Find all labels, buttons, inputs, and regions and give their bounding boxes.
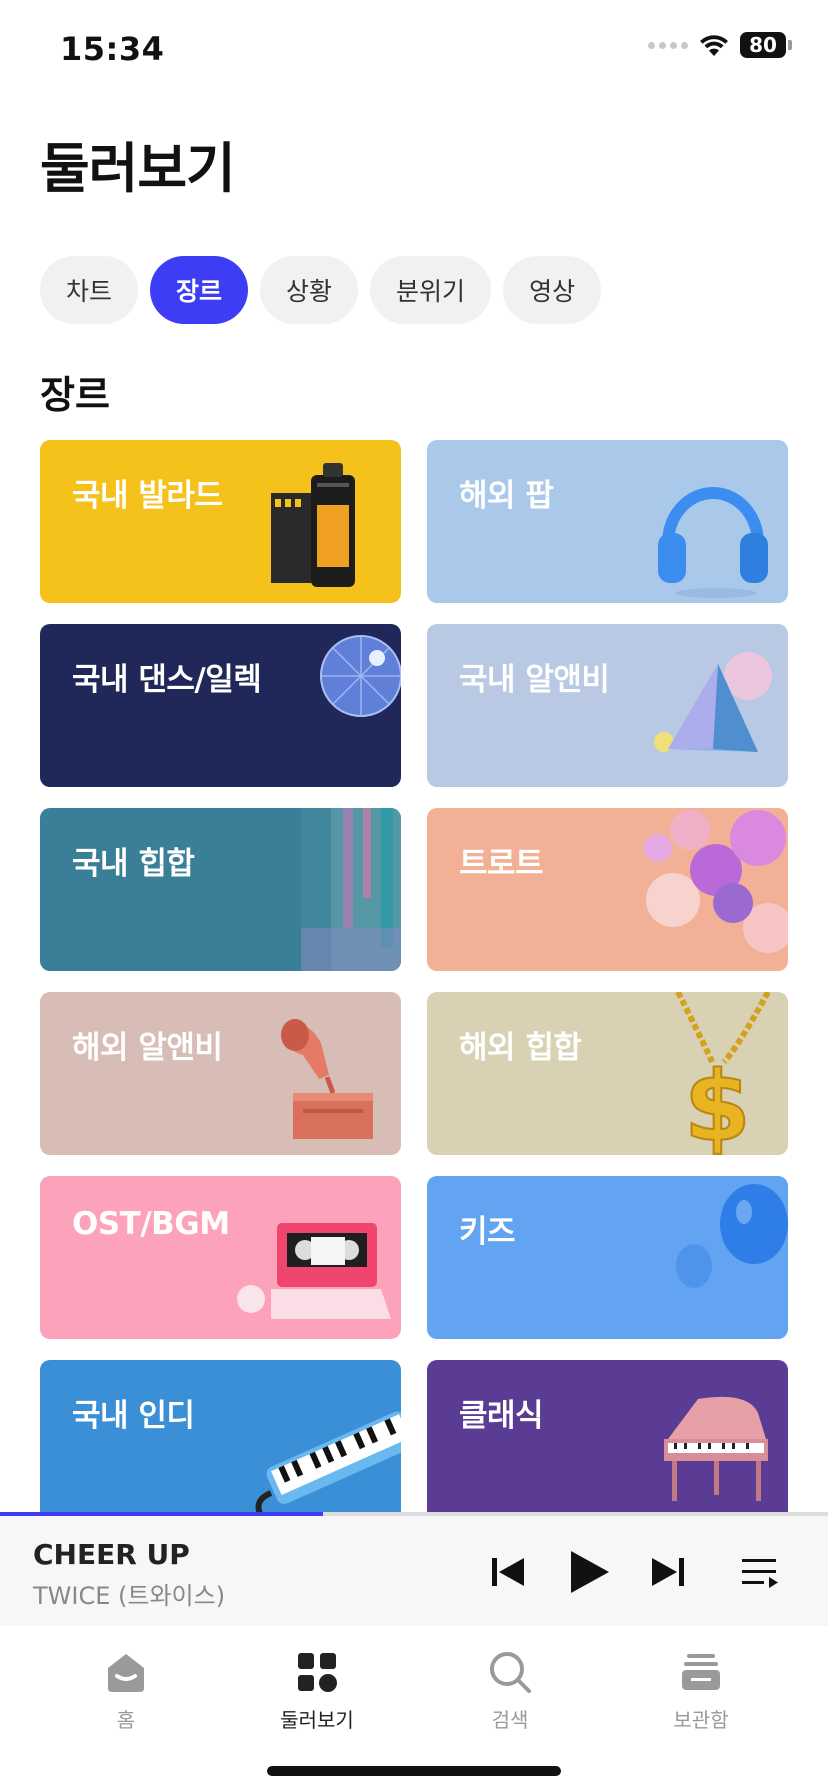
skip-next-icon <box>652 1558 684 1586</box>
melodica-icon <box>255 1411 401 1513</box>
tab-browse[interactable]: 둘러보기 <box>222 1636 412 1746</box>
vhs-tape-icon <box>237 1223 391 1319</box>
status-time: 15:34 <box>60 30 165 68</box>
genre-label: 키즈 <box>459 1214 516 1250</box>
tab-label: 둘러보기 <box>280 1708 354 1732</box>
genre-grid: 국내 발라드 해외 팝 국내 댄스/일렉 국내 알앤비 국내 힙합 트로트 해외… <box>40 440 788 1513</box>
chip-genre[interactable]: 장르 <box>150 256 249 324</box>
film-canister-icon <box>271 463 355 587</box>
genre-tile-domestic-rnb[interactable]: 국내 알앤비 <box>427 624 788 787</box>
genre-label: OST/BGM <box>72 1206 230 1242</box>
headphones-icon <box>658 487 768 598</box>
genre-tile-foreign-hiphop[interactable]: 해외 힙합 $ <box>427 992 788 1155</box>
genre-tile-domestic-hiphop[interactable]: 국내 힙합 <box>40 808 401 971</box>
gramophone-icon <box>281 1019 373 1139</box>
genre-label: 트로트 <box>459 846 544 882</box>
previous-button[interactable] <box>480 1544 536 1600</box>
mini-player[interactable]: CHEER UP TWICE (트와이스) <box>0 1516 828 1626</box>
home-indicator <box>267 1766 561 1776</box>
genre-tile-domestic-dance[interactable]: 국내 댄스/일렉 <box>40 624 401 787</box>
playlist-icon <box>742 1559 778 1588</box>
sequins-icon <box>644 810 788 953</box>
prism-icon <box>654 652 772 752</box>
genre-tile-trot[interactable]: 트로트 <box>427 808 788 971</box>
search-icon <box>490 1652 531 1693</box>
tab-home[interactable]: 홈 <box>31 1636 221 1746</box>
tab-label: 보관함 <box>673 1708 729 1732</box>
tab-label: 검색 <box>491 1708 529 1732</box>
genre-tile-foreign-pop[interactable]: 해외 팝 <box>427 440 788 603</box>
playlist-button[interactable] <box>732 1544 788 1600</box>
grand-piano-icon <box>664 1396 768 1501</box>
browse-grid-icon <box>298 1653 337 1692</box>
genre-label: 해외 팝 <box>459 478 554 514</box>
genre-tile-domestic-indie[interactable]: 국내 인디 <box>40 1360 401 1513</box>
tab-library[interactable]: 보관함 <box>606 1636 796 1746</box>
play-icon <box>571 1551 609 1593</box>
chip-chart[interactable]: 차트 <box>40 256 139 324</box>
balloon-icon <box>676 1184 788 1288</box>
battery-icon: 80 <box>740 32 792 58</box>
home-icon <box>108 1654 144 1692</box>
section-title: 장르 <box>40 373 110 417</box>
genre-label: 국내 힙합 <box>72 846 195 882</box>
genre-tile-ost-bgm[interactable]: OST/BGM <box>40 1176 401 1339</box>
svg-text:$: $ <box>684 1051 751 1155</box>
category-chips: 차트 장르 상황 분위기 영상 <box>40 256 602 324</box>
genre-tile-domestic-ballad[interactable]: 국내 발라드 <box>40 440 401 603</box>
wifi-icon <box>700 35 728 56</box>
library-icon <box>682 1654 720 1690</box>
page-title: 둘러보기 <box>40 137 236 200</box>
genre-tile-foreign-rnb[interactable]: 해외 알앤비 <box>40 992 401 1155</box>
track-artist: TWICE (트와이스) <box>33 1582 226 1610</box>
chip-situation[interactable]: 상황 <box>260 256 359 324</box>
genre-tile-kids[interactable]: 키즈 <box>427 1176 788 1339</box>
tab-search[interactable]: 검색 <box>415 1636 605 1746</box>
genre-label: 클래식 <box>459 1398 544 1434</box>
disco-ball-icon <box>320 635 401 717</box>
genre-label: 해외 알앤비 <box>72 1030 223 1066</box>
genre-label: 국내 댄스/일렉 <box>72 662 262 698</box>
tab-label: 홈 <box>116 1708 136 1732</box>
dollar-chain-icon: $ <box>675 992 771 1155</box>
genre-label: 해외 힙합 <box>459 1030 582 1066</box>
play-button[interactable] <box>562 1544 618 1600</box>
cellular-signal-icon <box>648 41 688 49</box>
skip-previous-icon <box>492 1558 524 1586</box>
status-indicators: 80 <box>648 32 792 58</box>
battery-level: 80 <box>740 32 786 58</box>
genre-label: 국내 발라드 <box>72 478 223 514</box>
track-title: CHEER UP <box>33 1538 190 1571</box>
genre-tile-classic[interactable]: 클래식 <box>427 1360 788 1513</box>
paint-drip-icon <box>301 808 401 971</box>
chip-video[interactable]: 영상 <box>503 256 602 324</box>
chip-mood[interactable]: 분위기 <box>370 256 492 324</box>
genre-label: 국내 알앤비 <box>459 662 610 698</box>
genre-label: 국내 인디 <box>72 1398 195 1434</box>
next-button[interactable] <box>640 1544 696 1600</box>
status-bar: 15:34 80 <box>0 0 828 100</box>
